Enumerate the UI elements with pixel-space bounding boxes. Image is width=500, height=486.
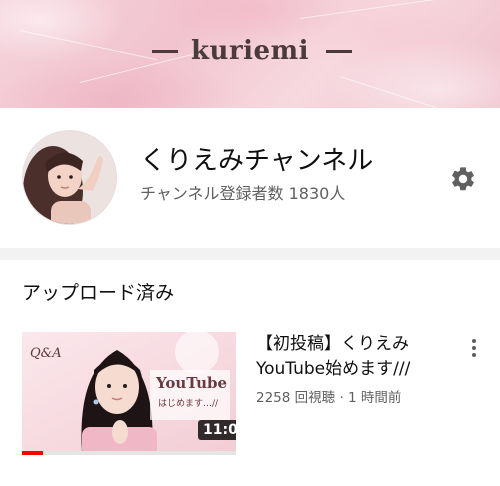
channel-header: くりえみチャンネル チャンネル登録者数 1830人 bbox=[0, 108, 500, 248]
avatar-image bbox=[23, 131, 116, 224]
settings-button[interactable] bbox=[446, 162, 480, 196]
watch-progress-fill bbox=[22, 451, 44, 455]
more-vert-icon[interactable] bbox=[462, 332, 486, 364]
banner-dash-right bbox=[326, 50, 352, 53]
video-meta: 2258 回視聴 · 1 時間前 bbox=[256, 390, 402, 406]
uploads-section-title: アップロード済み bbox=[22, 282, 175, 304]
banner-title: kuriemi bbox=[191, 36, 309, 66]
gear-icon bbox=[452, 167, 474, 191]
watch-progress-bar bbox=[22, 451, 236, 455]
channel-name: くりえみチャンネル bbox=[140, 146, 374, 176]
channel-page: kuriemi くりえみチャンネル チャンネル登録者数 1830人 アップロード… bbox=[0, 0, 500, 486]
subscriber-count: チャンネル登録者数 1830人 bbox=[140, 184, 346, 203]
thumbnail-qa-text: Q&A bbox=[30, 346, 62, 361]
channel-banner: kuriemi bbox=[0, 0, 500, 118]
duration-badge: 11:07 bbox=[198, 420, 236, 440]
thumbnail-headline: YouTube bbox=[156, 374, 228, 392]
section-divider bbox=[0, 248, 500, 260]
video-title[interactable]: 【初投稿】くりえみYouTube始めます/// bbox=[256, 332, 456, 382]
video-list-item[interactable]: Q&A YouTube はじめます…// 11:07 【初投稿】くりえみYouT… bbox=[0, 328, 500, 458]
thumbnail-subline: はじめます…// bbox=[158, 399, 219, 409]
video-thumbnail[interactable]: Q&A YouTube はじめます…// 11:07 bbox=[22, 332, 236, 452]
avatar[interactable] bbox=[22, 130, 117, 225]
